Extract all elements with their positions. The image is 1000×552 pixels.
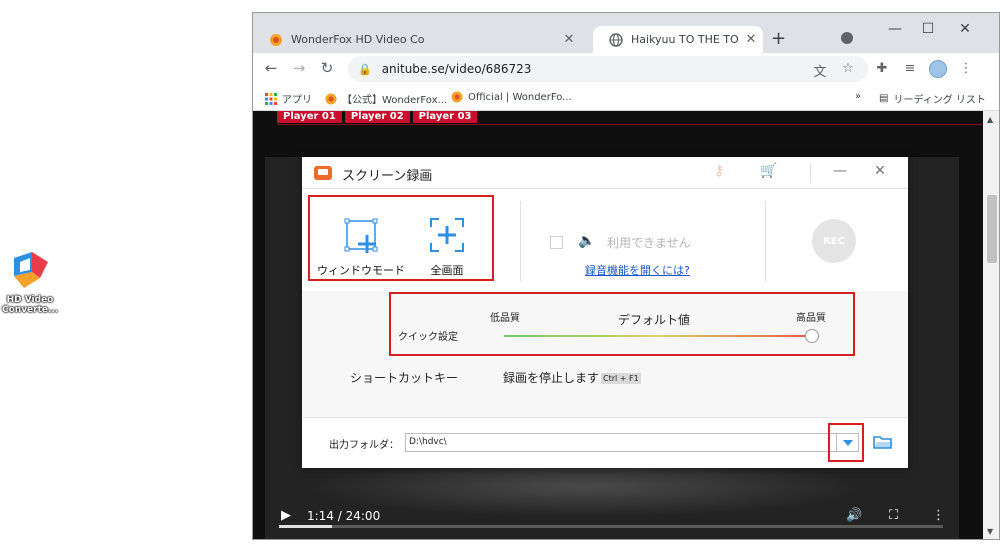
shortcut-action: 録画を停止します Ctrl + F1: [503, 369, 641, 386]
back-arrow-icon[interactable]: ←: [261, 59, 281, 77]
dialog-titlebar: スクリーン録画 ⚷ 🛒 — ✕: [302, 157, 908, 189]
apps-grid-icon: [265, 92, 277, 105]
mode-highlight-box: [308, 195, 494, 281]
key-icon[interactable]: ⚷: [714, 163, 724, 179]
address-bar[interactable]: 🔒 anitube.se/video/686723: [348, 56, 868, 82]
bookmark-star-icon[interactable]: ☆: [839, 61, 857, 76]
video-progress-bar[interactable]: [279, 525, 943, 528]
video-progress-fill: [279, 525, 333, 528]
player-more-icon[interactable]: ⋮: [932, 508, 945, 523]
play-icon[interactable]: ▶: [281, 508, 291, 523]
output-folder-label: 出力フォルダ：: [329, 440, 399, 451]
reload-icon[interactable]: ↻: [317, 59, 337, 77]
more-menu-icon[interactable]: ⋮: [957, 61, 975, 76]
fullscreen-icon[interactable]: ⛶: [889, 508, 898, 523]
player-tab-02[interactable]: Player 02: [344, 111, 410, 123]
quality-highlight-box: [389, 292, 855, 356]
output-folder-field[interactable]: D:\hdvc\: [405, 433, 837, 452]
player-tabs-underline: [277, 124, 983, 125]
rec-button[interactable]: REC: [812, 219, 856, 263]
dialog-minimize-icon[interactable]: —: [830, 163, 850, 179]
player-tab-01[interactable]: Player 01: [277, 111, 342, 123]
section-separator: [765, 201, 766, 281]
video-time: 1:14 / 24:00: [307, 509, 381, 523]
reading-list-label: リーディング リスト: [893, 95, 986, 106]
reading-list-icon: ▤: [879, 93, 889, 104]
minimize-window-icon[interactable]: —: [880, 21, 910, 37]
browser-toolbar: ← → ↻ 🔒 anitube.se/video/686723 文 ☆ ✚ ≡ …: [253, 53, 999, 85]
translate-icon[interactable]: 文: [811, 61, 829, 80]
bookmark-label: Official | WonderFo...: [468, 91, 572, 103]
titlebar-separator: [810, 163, 811, 183]
cart-icon[interactable]: 🛒: [760, 163, 777, 179]
bookmark-label: 【公式】WonderFox...: [342, 95, 448, 106]
tab-wonderfox[interactable]: WonderFox HD Video Co ✕: [253, 26, 581, 53]
audio-unavailable-label: 利用できません: [607, 236, 691, 250]
dialog-close-icon[interactable]: ✕: [870, 163, 890, 179]
dropdown-highlight-box: [828, 423, 864, 462]
open-folder-icon[interactable]: [873, 434, 893, 454]
desktop-shortcut-label: HD Video Converte...: [2, 295, 59, 315]
new-tab-plus-icon[interactable]: +: [771, 28, 786, 49]
hd-video-converter-logo-icon: [10, 248, 50, 294]
scrollbar-thumb[interactable]: [987, 195, 997, 263]
shortcut-action-label: 録画を停止します: [503, 371, 600, 385]
close-window-icon[interactable]: ✕: [950, 21, 980, 37]
audio-checkbox[interactable]: [550, 236, 563, 249]
shortcut-key-badge: Ctrl + F1: [601, 373, 641, 384]
lock-icon: 🔒: [358, 62, 372, 76]
section-separator: [520, 201, 521, 281]
screen: HD Video Converte... WonderFox HD Video …: [0, 0, 1000, 552]
bookmarks-bar: アプリ 【公式】WonderFox... Official | WonderFo…: [253, 85, 999, 111]
tab-search-dropdown-icon[interactable]: [841, 32, 853, 44]
url-text: anitube.se/video/686723: [381, 62, 532, 76]
tab-title: WonderFox HD Video Co: [291, 33, 425, 46]
player-tab-03[interactable]: Player 03: [412, 111, 478, 123]
enable-audio-link[interactable]: 録音機能を開くには?: [585, 262, 690, 278]
bookmark-wonderfox-official-jp[interactable]: 【公式】WonderFox...: [325, 91, 447, 106]
bookmark-apps[interactable]: アプリ: [265, 91, 312, 106]
wonderfox-favicon-icon: [451, 91, 463, 103]
player-tabs: Player 01 Player 02 Player 03: [277, 111, 478, 125]
tab-close-icon[interactable]: ✕: [739, 32, 763, 47]
volume-icon[interactable]: 🔊: [846, 508, 862, 523]
bookmark-label: アプリ: [282, 95, 312, 106]
tab-close-icon[interactable]: ✕: [557, 32, 581, 47]
bookmark-wonderfox-official[interactable]: Official | WonderFo...: [451, 91, 572, 103]
media-playlist-icon[interactable]: ≡: [901, 61, 919, 76]
more-bookmarks-chevron-icon[interactable]: »: [855, 91, 861, 102]
wonderfox-favicon-icon: [270, 33, 282, 46]
desktop-shortcut[interactable]: HD Video Converte...: [2, 248, 58, 315]
page-scrollbar[interactable]: ▲ ▼: [983, 111, 999, 539]
scroll-up-arrow-icon[interactable]: ▲: [987, 115, 993, 124]
screen-recorder-app-icon: [314, 166, 332, 180]
tab-title: Haikyuu TO THE TOP Ep: [631, 33, 739, 46]
screen-recorder-dialog: スクリーン録画 ⚷ 🛒 — ✕ ウィンドウモード 全画面 🔈 利用できません 録…: [302, 157, 908, 468]
scroll-down-arrow-icon[interactable]: ▼: [987, 527, 993, 536]
tab-strip: WonderFox HD Video Co ✕ Haikyuu TO THE T…: [253, 13, 999, 53]
speaker-icon: 🔈: [578, 233, 596, 249]
reading-list-button[interactable]: ▤ リーディング リスト: [879, 91, 986, 106]
wonderfox-favicon-icon: [325, 93, 337, 104]
globe-icon: [609, 32, 623, 47]
forward-arrow-icon[interactable]: →: [289, 59, 309, 77]
maximize-window-icon[interactable]: ☐: [913, 21, 943, 37]
dialog-title: スクリーン録画: [342, 169, 433, 184]
tab-haikyuu[interactable]: Haikyuu TO THE TOP Ep ✕: [593, 26, 763, 53]
profile-avatar[interactable]: [929, 60, 947, 78]
extensions-puzzle-icon[interactable]: ✚: [873, 61, 891, 76]
shortcut-key-label: ショートカットキー: [350, 371, 459, 385]
